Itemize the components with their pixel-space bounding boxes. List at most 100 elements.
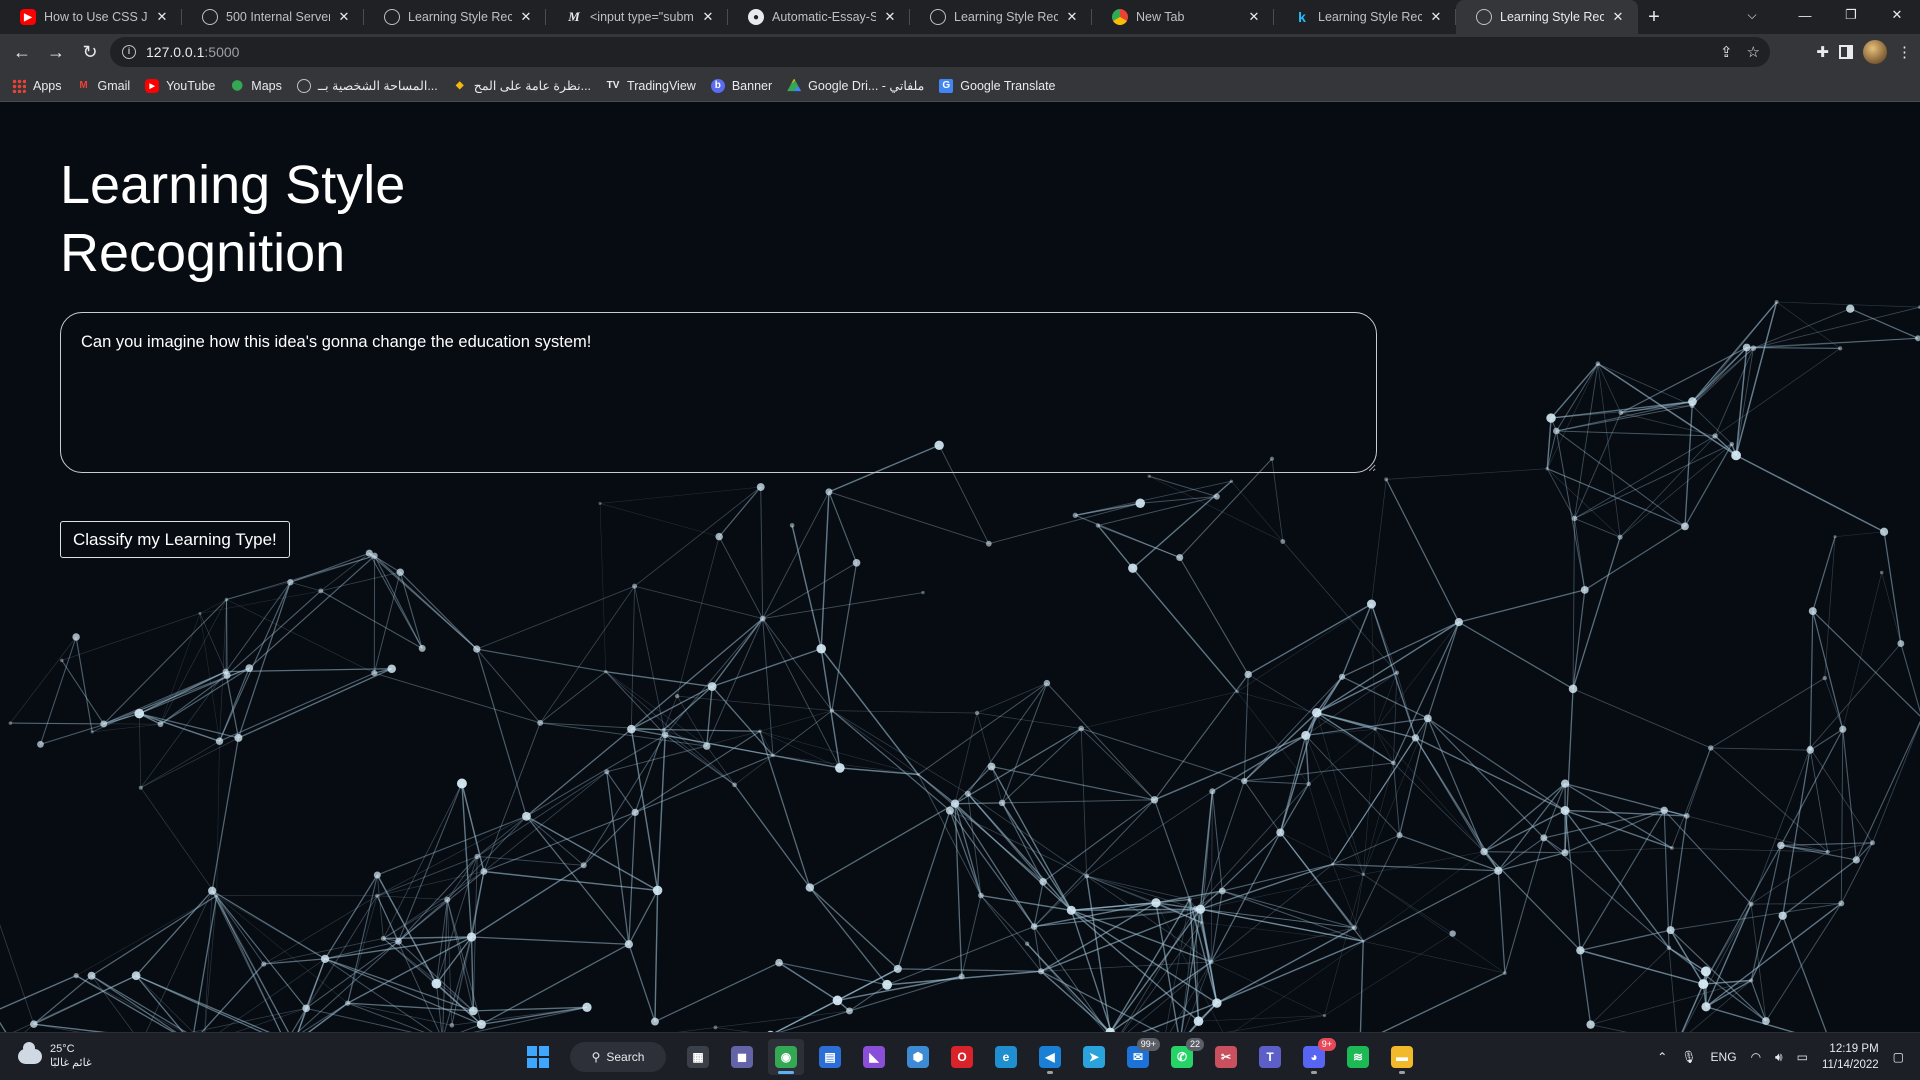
page-viewport: Learning Style Recognition Can you imagi… [0,103,1920,1032]
bookmark-star-icon[interactable]: ☆ [1747,43,1760,61]
extensions-puzzle-icon[interactable]: ✚ [1816,43,1829,61]
new-tab-button[interactable]: + [1638,0,1670,34]
close-tab-icon[interactable]: ✕ [1246,9,1262,25]
taskbar-app[interactable]: ◕ 9+ [1296,1038,1336,1075]
start-button[interactable] [520,1039,556,1075]
close-tab-icon[interactable]: ✕ [518,9,534,25]
microsoft-store-icon: ▤ [819,1046,841,1068]
browser-tab[interactable]: Learning Style Recogn ✕ [1456,0,1638,34]
bookmark-label: Maps [251,78,282,93]
teams-chat-icon: ◼ [731,1046,753,1068]
tab-search-chevron-icon[interactable]: ⌵ [1734,0,1770,30]
bookmark-label: Google Dri... - ملفاتي [808,79,925,93]
share-icon[interactable]: ⇪ [1720,43,1733,61]
browser-tab[interactable]: Learning Style Recogn ✕ [364,0,546,34]
taskbar-app[interactable]: ▦ [680,1039,716,1075]
close-tab-icon[interactable]: ✕ [336,9,352,25]
bookmark-item[interactable]: M Gmail [77,79,130,93]
forward-arrow-icon[interactable]: → [40,36,72,68]
side-panel-icon[interactable] [1839,45,1853,59]
classify-submit-button[interactable]: Classify my Learning Type! [60,521,290,558]
microphone-icon[interactable]: 🎙︎ [1681,1050,1696,1064]
browser-tab[interactable]: ● Automatic-Essay-Scor ✕ [728,0,910,34]
close-tab-icon[interactable]: ✕ [1064,9,1080,25]
bookmark-item[interactable]: ◆ نظرة عامة على المح... [453,78,591,93]
browser-tab[interactable]: M <input type="submit" ✕ [546,0,728,34]
browser-tab[interactable]: ▶ How to Use CSS Javasc ✕ [0,0,182,34]
hexagon-app-icon: ⬢ [907,1046,929,1068]
close-tab-icon[interactable]: ✕ [1428,9,1444,25]
taskbar-app[interactable]: ◉ [768,1039,804,1075]
browser-tab[interactable]: 500 Internal Server Err ✕ [182,0,364,34]
github-icon: ● [748,9,764,25]
search-icon: ⚲ [591,1050,601,1064]
close-tab-icon[interactable]: ✕ [700,9,716,25]
tab-title: How to Use CSS Javasc [44,10,148,24]
bookmark-item[interactable]: Google Dri... - ملفاتي [787,78,924,93]
task-view-icon: ▦ [687,1046,709,1068]
taskbar-app[interactable]: ≋ [1340,1039,1376,1075]
snipping-tool-icon: ✂ [1215,1046,1237,1068]
taskbar-app[interactable]: ▤ [812,1039,848,1075]
bookmark-item[interactable]: ⬤ Maps [230,79,282,93]
site-info-icon[interactable]: i [122,45,136,59]
vscode-icon: ◀ [1039,1046,1061,1068]
taskbar-app[interactable]: ✆ 22 [1164,1038,1204,1075]
taskbar-app[interactable]: ➤ [1076,1039,1112,1075]
globe-icon [384,9,400,25]
close-tab-icon[interactable]: ✕ [1610,9,1626,25]
browser-tab[interactable]: New Tab ✕ [1092,0,1274,34]
tab-title: Automatic-Essay-Scor [772,10,876,24]
bookmark-item[interactable]: TV TradingView [606,79,696,93]
browser-tab[interactable]: k Learning Style Recogn ✕ [1274,0,1456,34]
bookmarks-bar: Apps M Gmail ▶ YouTube ⬤ Maps المساحة الشخصية ب… [0,70,1920,102]
bookmark-item[interactable]: Apps [12,78,62,93]
address-bar[interactable]: i 127.0.0.1:5000 ⇪ ☆ [110,37,1770,67]
taskbar-app[interactable]: T [1252,1039,1288,1075]
taskbar-app[interactable]: ◼ [724,1039,760,1075]
spotify-icon: ≋ [1347,1046,1369,1068]
taskbar-app[interactable]: ✂ [1208,1039,1244,1075]
weather-widget[interactable]: 25°C غائم غالبًا [18,1041,92,1070]
back-arrow-icon[interactable]: ← [6,36,38,68]
tab-title: Learning Style Recogn [408,10,512,24]
taskbar-search[interactable]: ⚲ Search [570,1042,666,1072]
taskbar-app[interactable]: ◀ [1032,1039,1068,1075]
bookmark-item[interactable]: b Banner [710,78,772,93]
notification-icon[interactable]: ▢ [1893,1050,1904,1064]
volume-icon[interactable]: 🔊︎ [1775,1050,1783,1065]
bookmark-item[interactable]: المساحة الشخصية بــ... [296,78,438,93]
learning-text-input[interactable]: Can you imagine how this idea's gonna ch… [60,312,1377,473]
running-indicator [1399,1071,1405,1074]
taskbar-app[interactable]: ⬢ [900,1039,936,1075]
taskbar-app[interactable]: O [944,1039,980,1075]
bookmark-item[interactable]: ▶ YouTube [145,78,215,93]
windows-logo-icon [527,1046,549,1068]
taskbar-app[interactable]: ✉ 99+ [1120,1038,1160,1075]
browser-tab[interactable]: Learning Style Recogn ✕ [910,0,1092,34]
close-tab-icon[interactable]: ✕ [154,9,170,25]
globe-icon [1476,9,1492,25]
close-window-icon[interactable]: ✕ [1874,0,1920,30]
restore-icon[interactable]: ❐ [1828,0,1874,30]
wifi-icon[interactable]: ◠ [1751,1050,1761,1064]
google-translate-icon: G [939,78,954,93]
taskbar-app[interactable]: ◣ [856,1039,892,1075]
youtube-icon: ▶ [20,9,36,25]
close-tab-icon[interactable]: ✕ [882,9,898,25]
taskbar-app[interactable]: e [988,1039,1024,1075]
weather-temperature: 25°C [50,1043,75,1055]
url-port: :5000 [204,44,240,60]
battery-icon[interactable]: ▭ [1797,1050,1808,1064]
reload-icon[interactable]: ↻ [74,36,106,68]
minimize-icon[interactable]: — [1782,0,1828,30]
banner-icon: b [710,78,725,93]
chevron-up-icon[interactable]: ⌃ [1657,1050,1667,1064]
profile-avatar[interactable] [1863,40,1887,64]
input-language[interactable]: ENG [1711,1050,1737,1064]
taskbar-app[interactable]: ▬ [1384,1039,1420,1075]
chrome-menu-icon[interactable]: ⋮ [1897,43,1912,61]
clock[interactable]: 12:19 PM 11/14/2022 [1822,1041,1879,1073]
bookmark-item[interactable]: G Google Translate [939,78,1056,93]
file-explorer-icon: ▬ [1391,1046,1413,1068]
